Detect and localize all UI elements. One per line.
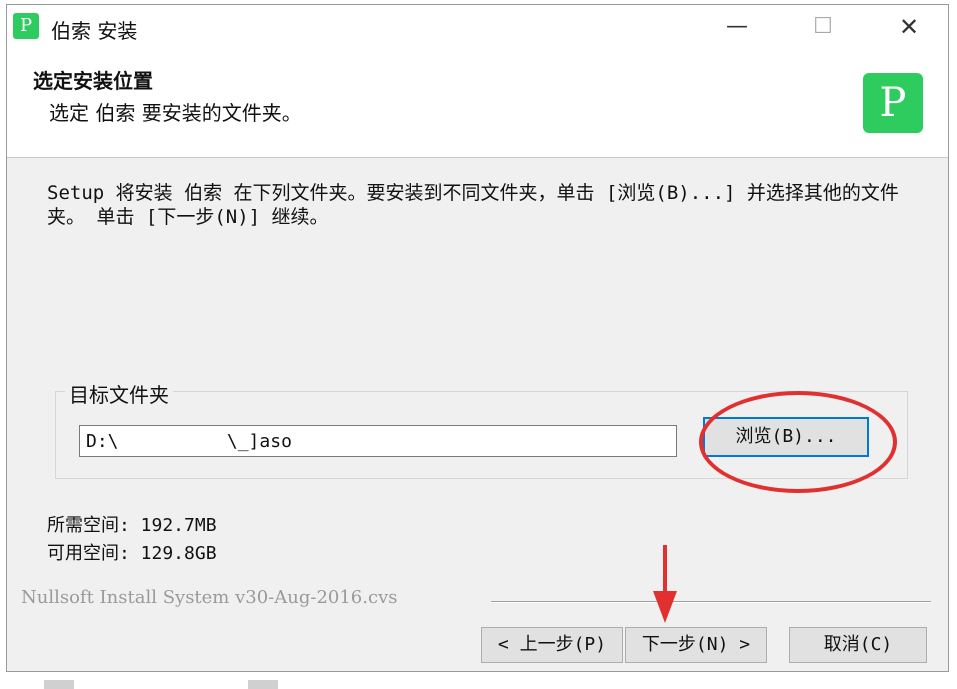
- highlight-circle: [699, 391, 897, 493]
- page-title: 选定安装位置: [33, 69, 153, 93]
- page-subtitle: 选定 伯索 要安装的文件夹。: [49, 101, 302, 125]
- available-space: 可用空间: 129.8GB: [47, 543, 217, 564]
- required-space: 所需空间: 192.7MB: [47, 515, 217, 536]
- minimize-button[interactable]: —: [707, 5, 767, 49]
- close-button[interactable]: ✕: [879, 5, 939, 49]
- brand-logo: P: [863, 73, 923, 133]
- app-icon: P: [13, 13, 39, 39]
- cancel-button[interactable]: 取消(C): [789, 627, 927, 663]
- title-bar: P 伯索 安装 — ☐ ✕: [7, 5, 948, 49]
- instruction-text: Setup 将安装 伯索 在下列文件夹。要安装到不同文件夹，单击 [浏览(B).…: [47, 182, 899, 228]
- page-header: 选定安装位置 选定 伯索 要安装的文件夹。 P: [7, 49, 948, 158]
- back-button[interactable]: < 上一步(P): [481, 627, 623, 663]
- installer-window: P 伯索 安装 — ☐ ✕ 选定安装位置 选定 伯索 要安装的文件夹。 P Se…: [6, 4, 949, 672]
- branding-divider: [491, 601, 931, 603]
- maximize-button[interactable]: ☐: [793, 5, 853, 49]
- background-fragment: [248, 680, 278, 689]
- target-folder-label: 目标文件夹: [65, 379, 173, 408]
- nsis-branding: Nullsoft Install System v30-Aug-2016.cvs: [21, 587, 398, 608]
- window-title: 伯索 安装: [51, 19, 138, 43]
- background-fragment: [44, 680, 74, 689]
- background-strip: [0, 672, 957, 689]
- arrow-down-icon: [653, 545, 677, 623]
- install-path-input[interactable]: [79, 425, 677, 457]
- next-button[interactable]: 下一步(N) >: [625, 627, 767, 663]
